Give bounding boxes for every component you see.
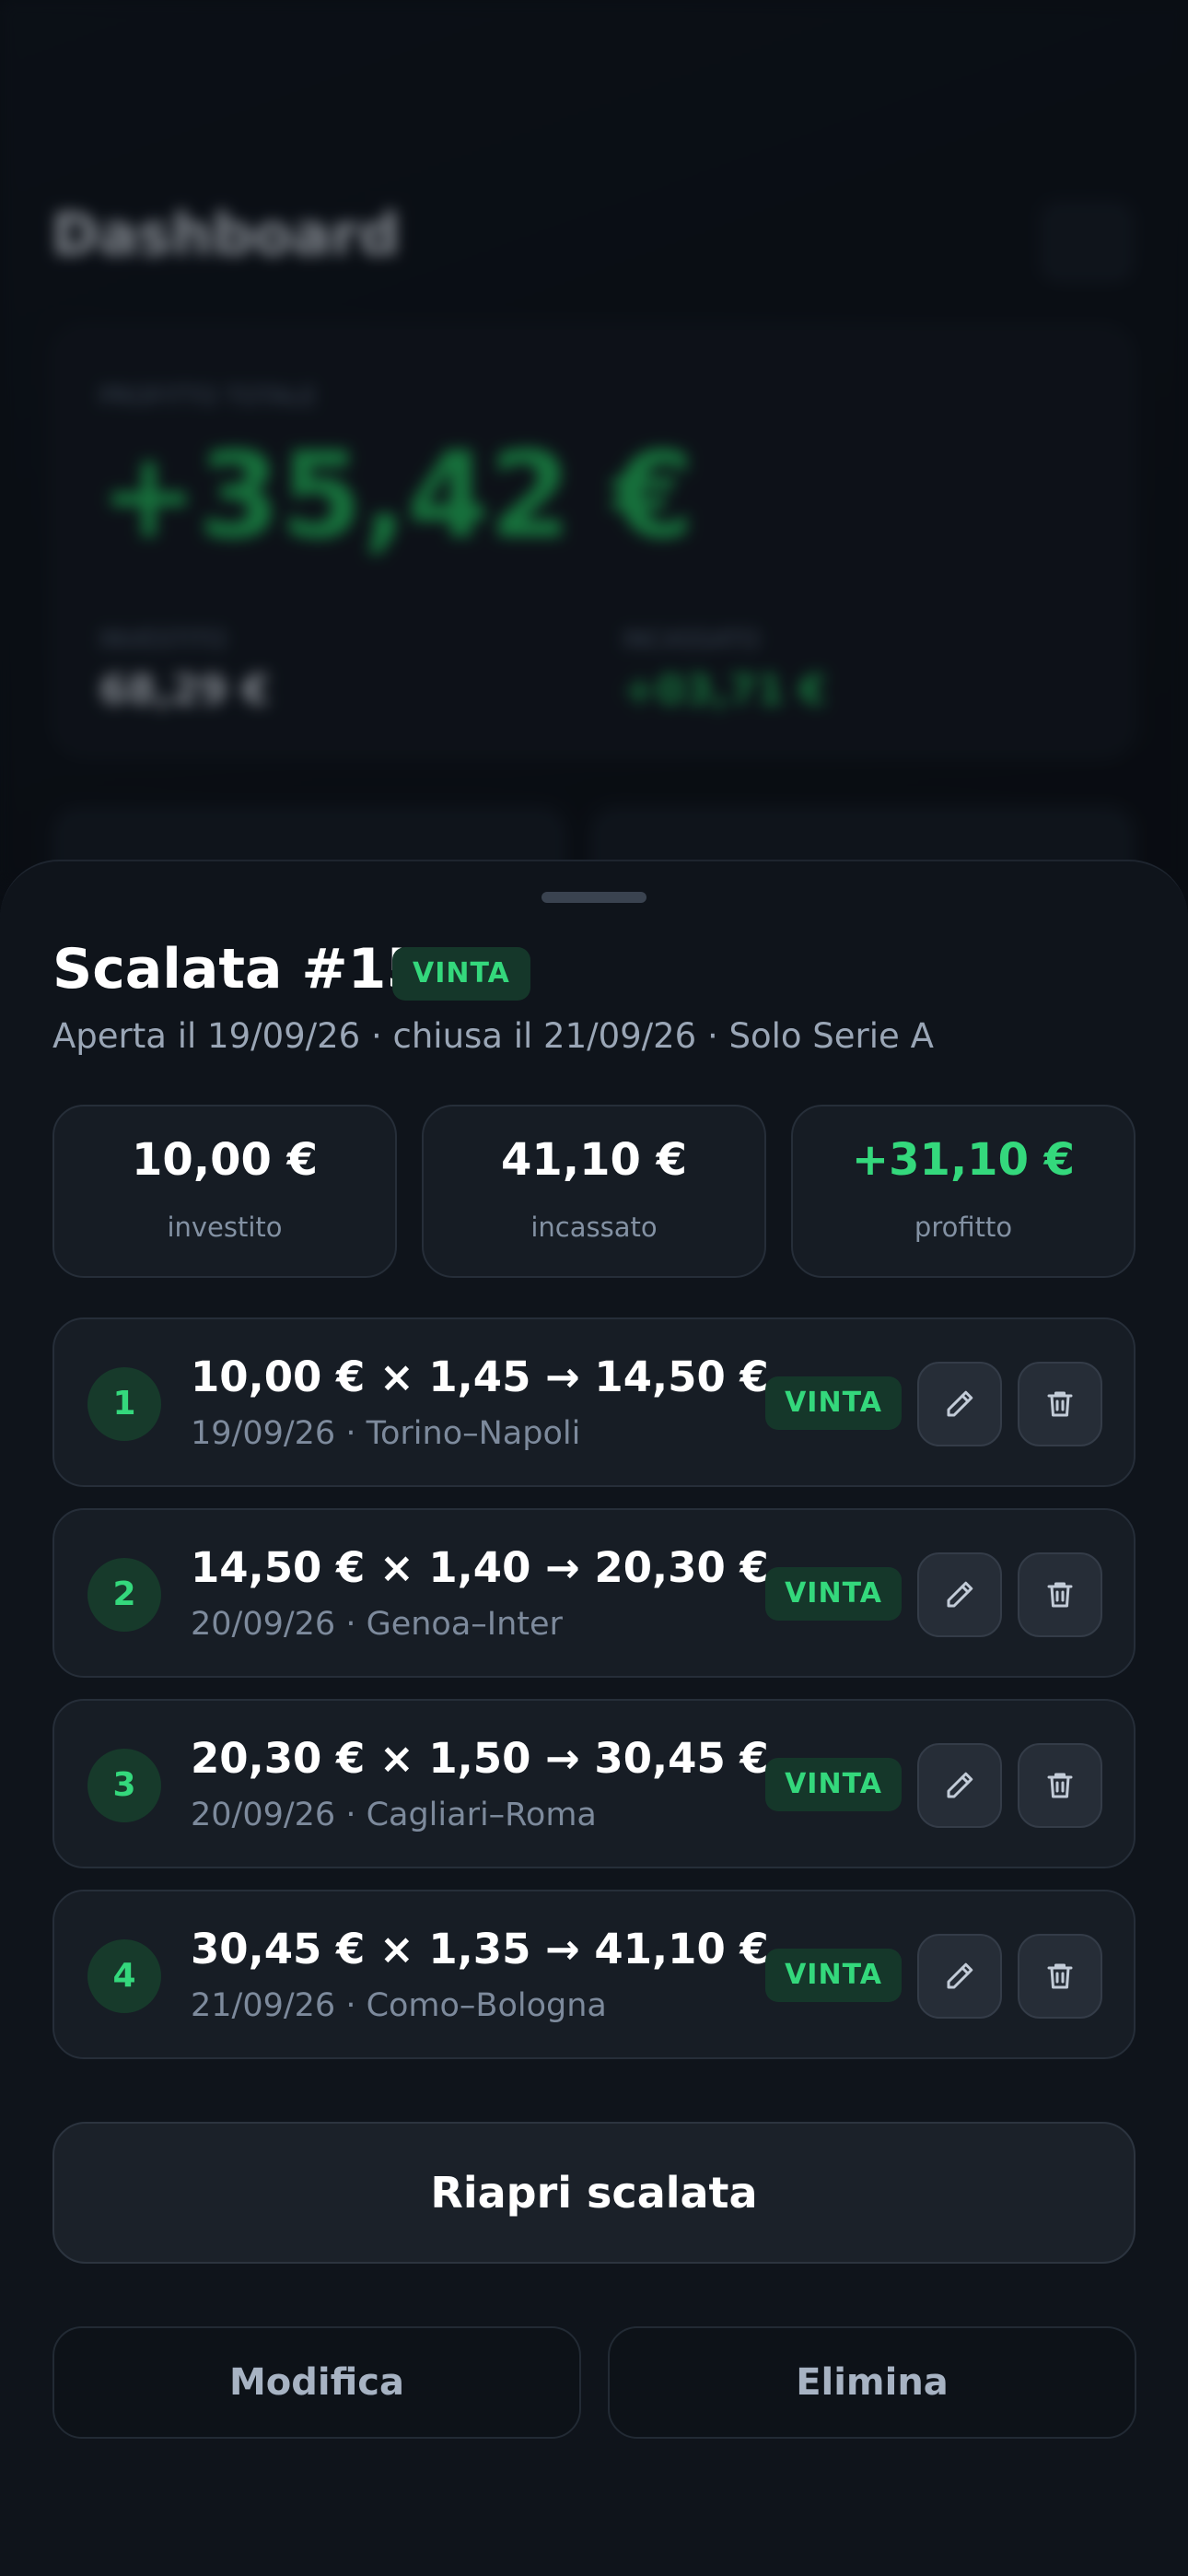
stat-value: +31,10 € bbox=[851, 1134, 1076, 1186]
stat-label: investito bbox=[167, 1212, 283, 1243]
step-row: 4 30,45 € × 1,35 → 41,10 € 21/09/26 · Co… bbox=[52, 1890, 1136, 2059]
detail-sheet: Scalata #15 VINTA Aperta il 19/09/26 · c… bbox=[0, 860, 1188, 2576]
stat-value: 41,10 € bbox=[501, 1134, 687, 1186]
summary-label: PROFITTO TOTALE bbox=[99, 383, 317, 411]
sheet-subtitle: Aperta il 19/09/26 · chiusa il 21/09/26 … bbox=[52, 1016, 934, 1056]
menu-button bbox=[1039, 201, 1135, 284]
step-calculation: 20,30 € × 1,50 → 30,45 € bbox=[191, 1734, 769, 1783]
step-status-badge: VINTA bbox=[765, 1376, 902, 1430]
trash-icon bbox=[1047, 1391, 1073, 1417]
delete-button[interactable]: Elimina bbox=[608, 2326, 1136, 2439]
edit-button[interactable]: Modifica bbox=[52, 2326, 581, 2439]
delete-step-button[interactable] bbox=[1018, 1552, 1102, 1637]
summary-stat2-value: +03,71 € bbox=[623, 667, 827, 714]
step-row: 3 20,30 € × 1,50 → 30,45 € 20/09/26 · Ca… bbox=[52, 1699, 1136, 1868]
sheet-title: Scalata #15 bbox=[52, 937, 425, 1001]
step-row: 1 10,00 € × 1,45 → 14,50 € 19/09/26 · To… bbox=[52, 1317, 1136, 1487]
pencil-icon bbox=[947, 1581, 973, 1608]
pencil-icon bbox=[947, 1962, 973, 1989]
reopen-button[interactable]: Riapri scalata bbox=[52, 2122, 1136, 2264]
stat-incassato: 41,10 € incassato bbox=[422, 1105, 766, 1278]
dashboard-title: Dashboard bbox=[52, 201, 401, 268]
pencil-icon bbox=[947, 1772, 973, 1798]
edit-step-button[interactable] bbox=[917, 1934, 1002, 2019]
step-status-badge: VINTA bbox=[765, 1758, 902, 1811]
summary-stat2-label: INCASSATO bbox=[623, 626, 760, 654]
summary-card: PROFITTO TOTALE +35,42 € INVESTITO 68,29… bbox=[52, 324, 1135, 757]
stat-investito: 10,00 € investito bbox=[52, 1105, 397, 1278]
edit-step-button[interactable] bbox=[917, 1743, 1002, 1828]
stat-label: profitto bbox=[914, 1212, 1013, 1243]
background-dashboard: Dashboard PROFITTO TOTALE +35,42 € INVES… bbox=[0, 0, 1188, 907]
step-status-badge: VINTA bbox=[765, 1949, 902, 2002]
step-match: 20/09/26 · Genoa–Inter bbox=[191, 1606, 563, 1643]
pencil-icon bbox=[947, 1390, 973, 1417]
step-status-badge: VINTA bbox=[765, 1567, 902, 1621]
sheet-handle[interactable] bbox=[542, 892, 646, 903]
delete-step-button[interactable] bbox=[1018, 1934, 1102, 2019]
stat-profitto: +31,10 € profitto bbox=[791, 1105, 1136, 1278]
step-match: 19/09/26 · Torino–Napoli bbox=[191, 1415, 581, 1452]
step-number: 4 bbox=[87, 1939, 161, 2013]
step-number: 3 bbox=[87, 1749, 161, 1822]
summary-stat1-value: 68,29 € bbox=[99, 667, 271, 714]
step-match: 20/09/26 · Cagliari–Roma bbox=[191, 1797, 597, 1833]
step-number: 2 bbox=[87, 1558, 161, 1632]
step-row: 2 14,50 € × 1,40 → 20,30 € 20/09/26 · Ge… bbox=[52, 1508, 1136, 1678]
step-calculation: 30,45 € × 1,35 → 41,10 € bbox=[191, 1925, 769, 1973]
step-calculation: 14,50 € × 1,40 → 20,30 € bbox=[191, 1543, 769, 1592]
summary-profit: +35,42 € bbox=[99, 427, 694, 565]
stat-value: 10,00 € bbox=[132, 1134, 318, 1186]
status-badge: VINTA bbox=[392, 947, 530, 1001]
summary-stat1-label: INVESTITO bbox=[99, 626, 227, 654]
delete-step-button[interactable] bbox=[1018, 1362, 1102, 1446]
step-calculation: 10,00 € × 1,45 → 14,50 € bbox=[191, 1352, 769, 1401]
step-number: 1 bbox=[87, 1367, 161, 1441]
trash-icon bbox=[1047, 1582, 1073, 1608]
edit-step-button[interactable] bbox=[917, 1362, 1002, 1446]
trash-icon bbox=[1047, 1773, 1073, 1798]
trash-icon bbox=[1047, 1963, 1073, 1989]
step-match: 21/09/26 · Como–Bologna bbox=[191, 1987, 607, 2024]
delete-step-button[interactable] bbox=[1018, 1743, 1102, 1828]
stat-label: incassato bbox=[530, 1212, 658, 1243]
edit-step-button[interactable] bbox=[917, 1552, 1002, 1637]
